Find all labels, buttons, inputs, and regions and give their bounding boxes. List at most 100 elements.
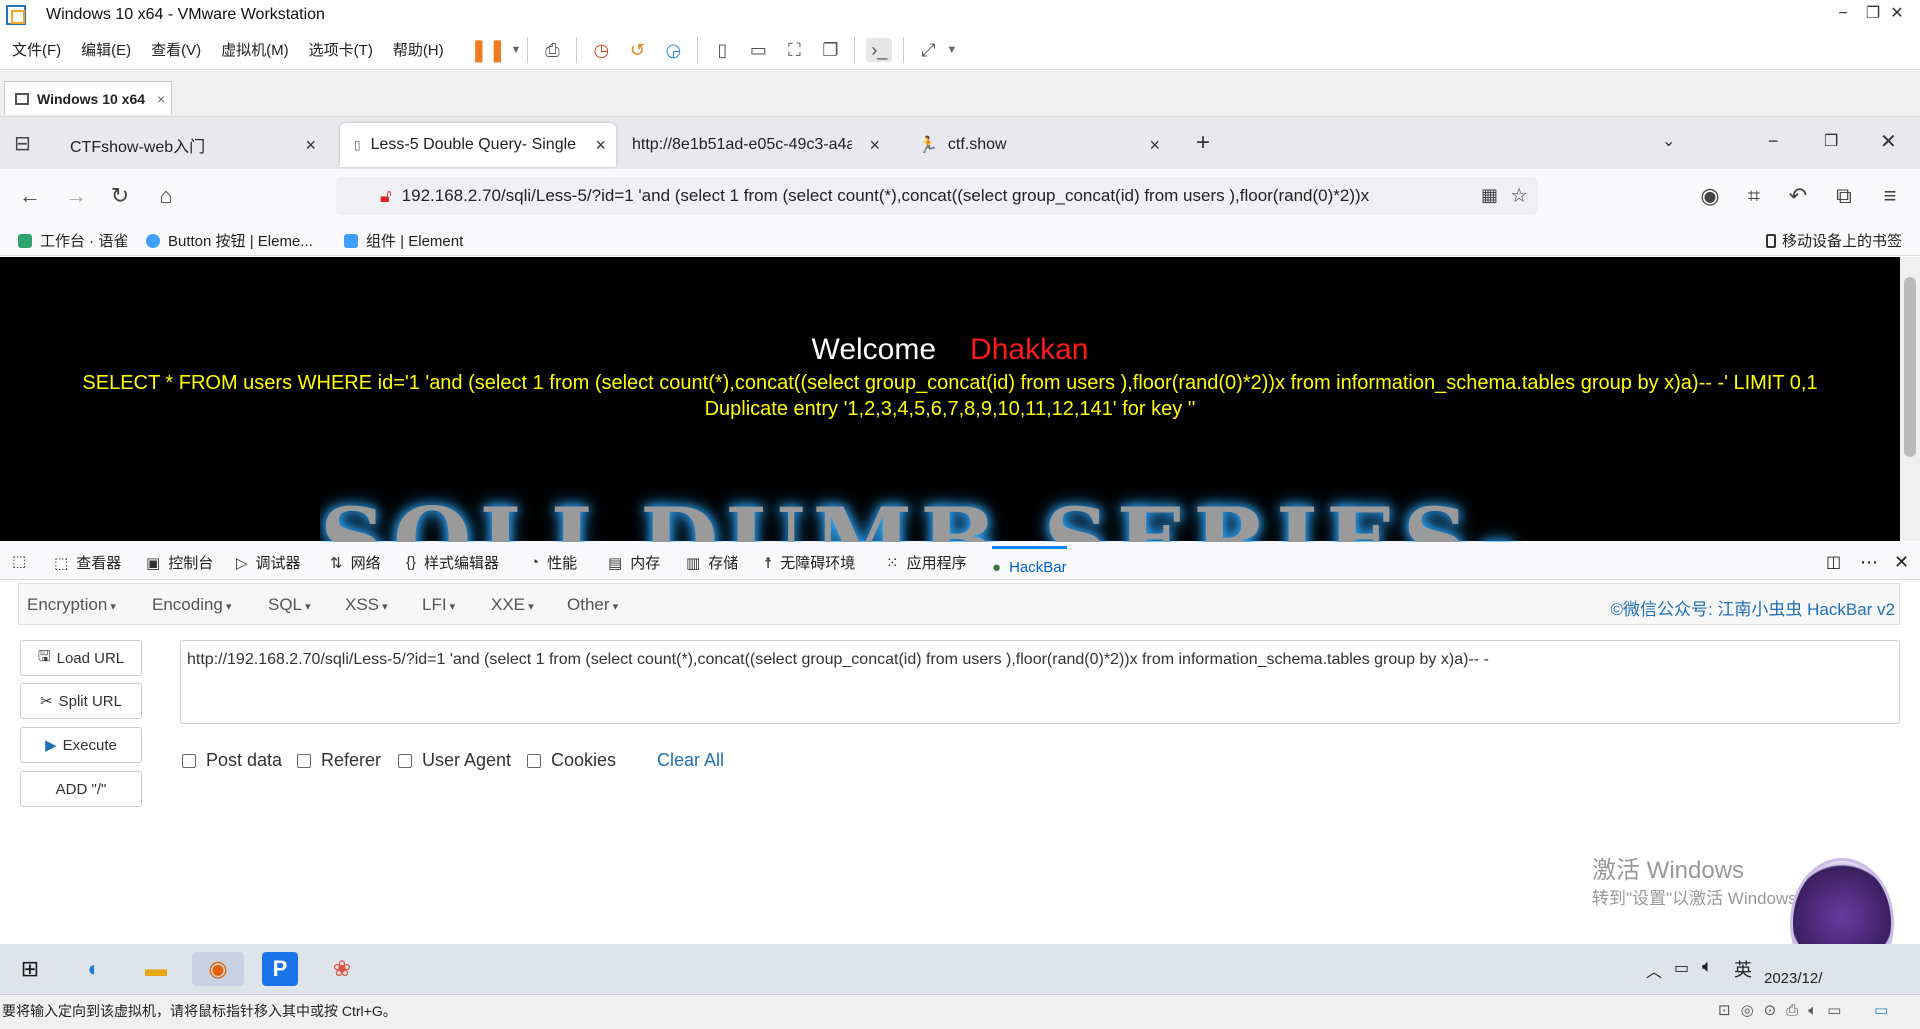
url-text[interactable]: 192.168.2.70/sqli/Less-5/?id=1 'and (sel…: [402, 186, 1482, 206]
tab-close-icon[interactable]: ×: [305, 135, 316, 156]
load-url-button[interactable]: 🖫 Load URL: [20, 640, 142, 676]
bookmark-star-icon[interactable]: ☆: [1510, 183, 1528, 208]
bookmark-item[interactable]: 组件 | Element: [344, 230, 463, 251]
page-scrollbar[interactable]: [1900, 257, 1920, 541]
network-tray-icon[interactable]: ▭: [1674, 958, 1689, 978]
referer-checkbox[interactable]: Referer: [297, 750, 381, 771]
close-button[interactable]: ✕: [1874, 0, 1920, 30]
menu-encoding[interactable]: Encoding: [152, 595, 231, 615]
app-icon[interactable]: ❀: [324, 952, 360, 986]
volume-icon[interactable]: 🔈︎: [1702, 956, 1713, 977]
edge-icon[interactable]: ◐: [76, 952, 112, 986]
undo-icon[interactable]: ↶: [1784, 183, 1812, 209]
post-data-checkbox[interactable]: Post data: [182, 750, 282, 771]
bookmark-item[interactable]: Button 按钮 | Eleme...: [146, 230, 313, 251]
hackbar-url-textarea[interactable]: http://192.168.2.70/sqli/Less-5/?id=1 'a…: [180, 640, 1900, 724]
tab-close-icon[interactable]: ×: [869, 135, 880, 156]
devtools-close-icon[interactable]: ✕: [1894, 552, 1909, 573]
stretch-icon[interactable]: ⤢: [915, 38, 941, 62]
menu-xxe[interactable]: XXE: [491, 595, 534, 615]
menu-xss[interactable]: XSS: [345, 595, 388, 615]
thumbnail-icon[interactable]: ▭: [745, 38, 771, 62]
cookies-checkbox[interactable]: Cookies: [527, 750, 616, 771]
menu-lfi[interactable]: LFI: [422, 595, 455, 615]
pause-icon[interactable]: ❚❚: [470, 37, 507, 63]
bookmark-item[interactable]: 工作台 · 语雀: [18, 230, 128, 251]
tab-overview-icon[interactable]: ⊟: [14, 131, 31, 156]
snapshot-manager-icon[interactable]: ◶: [660, 38, 686, 62]
tray-expand-icon[interactable]: ︿: [1646, 958, 1662, 982]
home-icon[interactable]: ⌂: [152, 183, 180, 209]
message-icon[interactable]: ▭: [1874, 1001, 1888, 1019]
scrollbar-thumb[interactable]: [1904, 277, 1916, 457]
pause-dropdown-icon[interactable]: ▼: [511, 44, 522, 56]
unity-icon[interactable]: ❐: [817, 38, 843, 62]
snapshot-icon[interactable]: ◷: [588, 38, 614, 62]
start-icon[interactable]: ⊞: [12, 952, 48, 986]
devtools-tab-inspector[interactable]: ⬚ 查看器: [54, 552, 121, 573]
extensions-icon[interactable]: ⧉: [1830, 183, 1858, 209]
execute-button[interactable]: ▶ Execute: [20, 727, 142, 763]
mobile-bookmarks[interactable]: 移动设备上的书签: [1766, 230, 1902, 251]
devtools-tab-accessibility[interactable]: ☨ 无障碍环境: [764, 552, 855, 573]
app-menu-icon[interactable]: ≡: [1876, 183, 1904, 209]
sidebar-toggle-icon[interactable]: ▯: [709, 38, 735, 62]
new-tab-button[interactable]: +: [1196, 129, 1210, 157]
browser-minimize-button[interactable]: −: [1768, 131, 1779, 152]
tab-close-icon[interactable]: ×: [595, 135, 606, 156]
menu-help[interactable]: 帮助(H): [385, 39, 452, 60]
crop-icon[interactable]: ⌗: [1740, 183, 1768, 209]
menu-tabs[interactable]: 选项卡(T): [301, 39, 381, 60]
clear-all-link[interactable]: Clear All: [657, 750, 724, 771]
fullscreen-icon[interactable]: ⛶: [781, 38, 807, 62]
devtools-tab-hackbar[interactable]: ● HackBar: [992, 546, 1067, 580]
user-agent-checkbox[interactable]: User Agent: [398, 750, 511, 771]
menu-encryption[interactable]: Encryption: [27, 595, 116, 615]
menu-edit[interactable]: 编辑(E): [73, 39, 139, 60]
back-icon[interactable]: ←: [16, 183, 44, 209]
console-view-icon[interactable]: ›_: [866, 37, 893, 62]
pycharm-icon[interactable]: P: [262, 952, 298, 986]
browser-restore-button[interactable]: ❐: [1824, 131, 1838, 151]
dock-icon[interactable]: ◫: [1826, 552, 1841, 572]
vm-tab-close-icon[interactable]: ×: [157, 91, 165, 107]
browser-tab[interactable]: http://8e1b51ad-e05c-49c3-a4a ×: [618, 123, 890, 167]
devtools-tab-performance[interactable]: ◔ 性能: [530, 552, 577, 573]
insecure-lock-icon[interactable]: 🔓︎: [380, 186, 392, 207]
devtools-tab-storage[interactable]: ▥ 存储: [686, 552, 738, 573]
more-options-icon[interactable]: ⋯: [1860, 552, 1878, 573]
reload-icon[interactable]: ↻: [106, 183, 134, 209]
menu-other[interactable]: Other: [567, 595, 618, 615]
menu-file[interactable]: 文件(F): [4, 39, 69, 60]
element-picker-icon[interactable]: ⬚: [12, 552, 34, 570]
revert-snapshot-icon[interactable]: ↺: [624, 38, 650, 62]
vm-tab[interactable]: Windows 10 x64 ×: [4, 81, 172, 115]
menu-sql[interactable]: SQL: [268, 595, 311, 615]
device-status-icon[interactable]: ⊡◎⊙⎙🔈︎▭: [1718, 1001, 1851, 1019]
file-explorer-icon[interactable]: ▬: [138, 952, 174, 986]
menu-view[interactable]: 查看(V): [143, 39, 209, 60]
devtools-tab-console[interactable]: ▣ 控制台: [146, 552, 213, 573]
browser-close-button[interactable]: ✕: [1880, 129, 1897, 154]
send-keys-icon[interactable]: ⎙: [539, 38, 565, 62]
browser-tab[interactable]: 🏃 ctf.show ×: [904, 123, 1170, 167]
stretch-dropdown-icon[interactable]: ▼: [946, 44, 957, 56]
tab-close-icon[interactable]: ×: [1149, 135, 1160, 156]
address-bar[interactable]: 🔓︎ 192.168.2.70/sqli/Less-5/?id=1 'and (…: [336, 177, 1538, 215]
clock-date[interactable]: 2023/12/: [1764, 970, 1822, 987]
devtools-tab-debugger[interactable]: ▷ 调试器: [236, 552, 301, 573]
devtools-tab-network[interactable]: ⇅ 网络: [330, 552, 381, 573]
list-tabs-icon[interactable]: ⌄: [1662, 131, 1675, 151]
devtools-tab-style-editor[interactable]: {} 样式编辑器: [406, 552, 499, 573]
split-url-button[interactable]: ✂ Split URL: [20, 683, 142, 719]
devtools-tab-application[interactable]: ⁙ 应用程序: [886, 552, 967, 573]
devtools-tab-memory[interactable]: ▤ 内存: [608, 552, 660, 573]
browser-tab[interactable]: CTFshow-web入门 ×: [56, 123, 326, 167]
account-icon[interactable]: ◉: [1696, 183, 1724, 209]
browser-tab-active[interactable]: ▯ Less-5 Double Query- Single ×: [340, 123, 616, 167]
firefox-icon[interactable]: ◉: [192, 952, 244, 986]
add-slash-button[interactable]: ADD "/": [20, 771, 142, 807]
forward-icon[interactable]: →: [62, 183, 90, 209]
qr-code-icon[interactable]: ▦: [1481, 185, 1498, 206]
menu-vm[interactable]: 虚拟机(M): [213, 39, 297, 60]
